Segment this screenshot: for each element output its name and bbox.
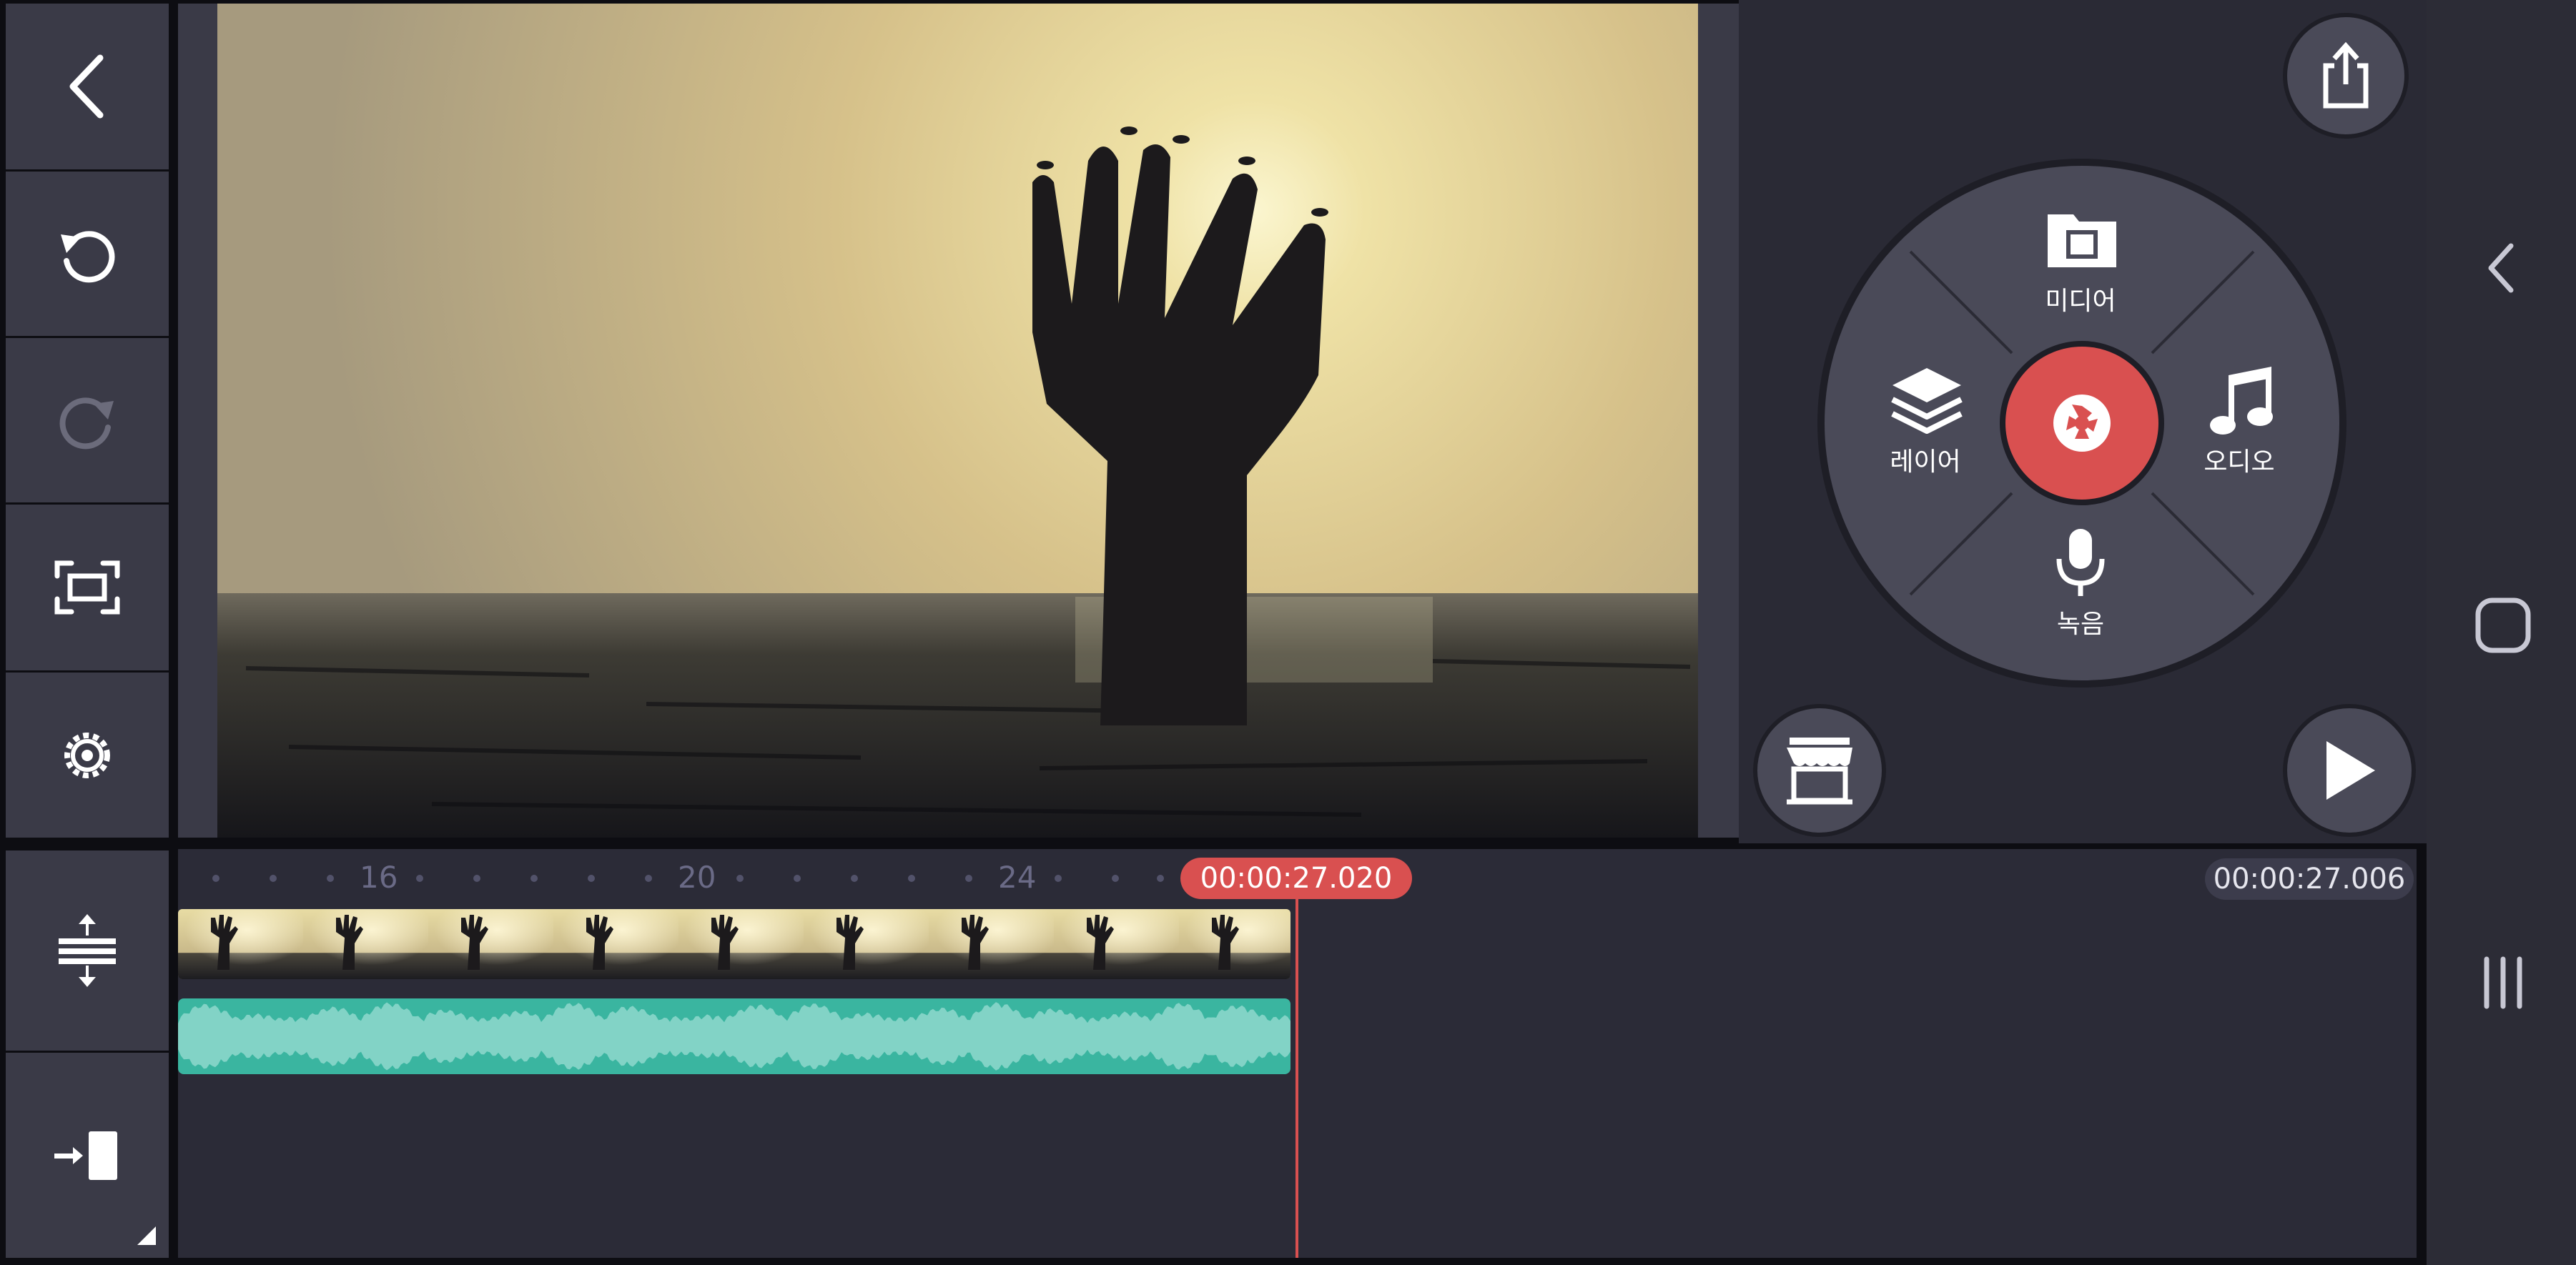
camera-shutter-icon	[2053, 395, 2111, 452]
ruler-dot	[908, 875, 915, 882]
redo-icon	[59, 397, 114, 450]
ruler-dot	[473, 875, 480, 882]
back-button[interactable]	[6, 4, 169, 169]
audio-waveform	[178, 1002, 1291, 1071]
ruler-dot	[794, 875, 801, 882]
ruler-dot	[270, 875, 277, 882]
nav-back-button[interactable]	[2474, 236, 2531, 300]
aspect-ratio-button[interactable]	[6, 505, 169, 670]
layer-button[interactable]: 레이어	[1854, 361, 1997, 482]
export-button[interactable]	[2283, 13, 2409, 139]
play-button[interactable]	[2283, 704, 2416, 837]
ruler-dot	[588, 875, 595, 882]
preview-image	[217, 4, 1698, 838]
aspect-ratio-icon	[54, 560, 120, 615]
ruler-tick-16: 16	[360, 860, 398, 895]
ruler-tick-24: 24	[998, 860, 1037, 895]
jump-to-end-button[interactable]	[6, 1053, 169, 1258]
ruler-dot	[851, 875, 858, 882]
record-voice-button[interactable]: 녹음	[2009, 523, 2152, 645]
asset-store-button[interactable]	[1753, 704, 1886, 837]
layer-label: 레이어	[1890, 447, 1961, 477]
music-note-icon	[2210, 367, 2273, 435]
ruler-dot	[212, 875, 219, 882]
ruler-dot	[531, 875, 538, 882]
layers-icon	[1891, 368, 1963, 434]
ruler-dot	[736, 875, 744, 882]
total-duration: 00:00:27.006	[2205, 858, 2414, 900]
nav-recents-icon	[2484, 956, 2522, 1009]
share-icon	[2323, 41, 2369, 109]
record-label: 녹음	[2056, 610, 2105, 639]
store-icon	[1787, 738, 1852, 805]
audio-label: 오디오	[2204, 447, 2275, 477]
back-icon	[69, 54, 104, 119]
ruler-dot	[645, 875, 652, 882]
microphone-icon	[2056, 529, 2105, 596]
ruler-dot	[327, 875, 334, 882]
media-folder-icon	[2048, 214, 2116, 267]
ruler-dot	[1112, 875, 1119, 882]
expand-tracks-icon	[59, 914, 116, 987]
video-clip[interactable]	[178, 909, 1291, 979]
corner-resize-icon	[137, 1226, 156, 1245]
audio-clip[interactable]	[178, 998, 1291, 1074]
playhead-time: 00:00:27.020	[1180, 858, 1412, 899]
ruler-dot	[1055, 875, 1062, 882]
undo-icon	[61, 231, 115, 283]
jump-to-end-icon	[54, 1131, 117, 1180]
media-button[interactable]: 미디어	[2009, 200, 2152, 322]
ruler-tick-20: 20	[678, 860, 716, 895]
nav-home-icon	[2475, 597, 2531, 653]
ruler-dot	[1157, 875, 1164, 882]
redo-button[interactable]	[6, 338, 169, 502]
settings-button[interactable]	[6, 673, 169, 838]
nav-back-icon	[2488, 243, 2514, 293]
undo-button[interactable]	[6, 172, 169, 336]
audio-button[interactable]: 오디오	[2168, 361, 2311, 482]
ruler-dot	[416, 875, 423, 882]
capture-button[interactable]	[2000, 341, 2164, 505]
ruler-dot	[965, 875, 972, 882]
media-label: 미디어	[2045, 287, 2116, 316]
nav-home-button[interactable]	[2471, 593, 2535, 658]
nav-recents-button[interactable]	[2471, 951, 2535, 1015]
settings-icon	[64, 732, 110, 778]
expand-tracks-button[interactable]	[6, 850, 169, 1051]
play-icon	[2326, 741, 2375, 800]
playhead-line[interactable]	[1296, 876, 1298, 1258]
